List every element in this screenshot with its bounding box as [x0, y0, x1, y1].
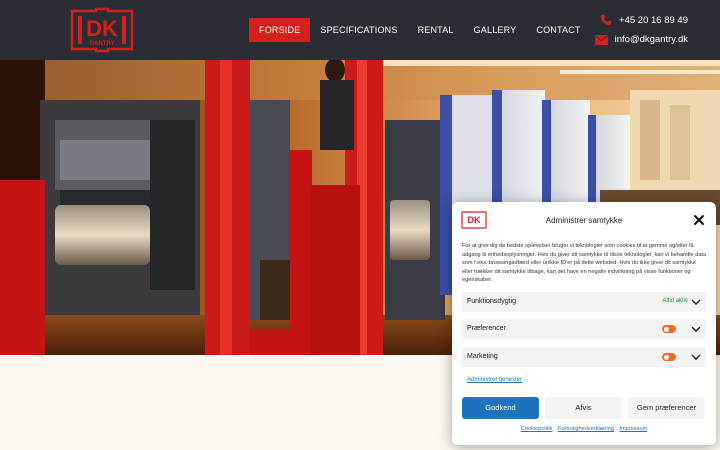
- category-marketing[interactable]: Marketing: [462, 347, 706, 367]
- category-praeferencer[interactable]: Præferencer: [462, 319, 706, 339]
- cookie-description: For at give dig de bedste oplevelser bru…: [462, 243, 707, 284]
- nav-item-rental[interactable]: Rental: [408, 18, 464, 42]
- cookie-dialog-title: Administrer samtykke: [545, 216, 623, 225]
- dk-gantry-logo[interactable]: DK GANTRY: [70, 5, 134, 55]
- site-header: DK GANTRY Forside Specifications Rental …: [0, 0, 720, 60]
- category-label: Funktionsdygtig: [467, 298, 517, 305]
- category-label: Marketing: [467, 353, 498, 360]
- nav-item-forside[interactable]: Forside: [249, 18, 311, 42]
- save-preferences-button[interactable]: Gem præferencer: [628, 397, 705, 419]
- manage-services-link[interactable]: Administrer tjenester: [467, 377, 522, 383]
- always-active-label: Altid aktiv: [662, 298, 688, 304]
- category-label: Præferencer: [467, 325, 506, 332]
- chevron-down-icon[interactable]: [691, 325, 701, 333]
- main-nav: Forside Specifications Rental Gallery Co…: [249, 18, 591, 42]
- nav-item-contact[interactable]: Contact: [526, 18, 590, 42]
- close-icon[interactable]: [692, 213, 706, 227]
- envelope-icon: [594, 34, 608, 45]
- cookie-policy-link[interactable]: Cookiepolitik: [521, 426, 553, 432]
- preferences-toggle[interactable]: [662, 325, 676, 333]
- chevron-down-icon[interactable]: [691, 353, 701, 361]
- logo-text: DK: [86, 16, 118, 41]
- email-link[interactable]: info@dkgantry.dk: [594, 34, 688, 45]
- impressum-link[interactable]: Impressum: [620, 426, 648, 432]
- privacy-statement-link[interactable]: Fortrolighedserklæring: [558, 426, 614, 432]
- category-funktionsdygtig[interactable]: Funktionsdygtig Altid aktiv: [462, 292, 706, 312]
- phone-number: +45 20 16 89 49: [619, 14, 688, 26]
- phone-link[interactable]: +45 20 16 89 49: [600, 14, 688, 26]
- logo-subtext: GANTRY: [89, 41, 114, 47]
- nav-item-specifications[interactable]: Specifications: [310, 18, 407, 42]
- cookie-consent-dialog: DK Administrer samtykke For at give dig …: [452, 202, 716, 445]
- phone-icon: [600, 14, 612, 26]
- email-address: info@dkgantry.dk: [614, 34, 688, 45]
- cookie-footer-links: Cookiepolitik Fortrolighedserklæring Imp…: [452, 426, 716, 432]
- accept-button[interactable]: Godkend: [462, 397, 539, 419]
- nav-item-gallery[interactable]: Gallery: [464, 18, 527, 42]
- chevron-down-icon[interactable]: [691, 298, 701, 306]
- marketing-toggle[interactable]: [662, 353, 676, 361]
- deny-button[interactable]: Afvis: [545, 397, 622, 419]
